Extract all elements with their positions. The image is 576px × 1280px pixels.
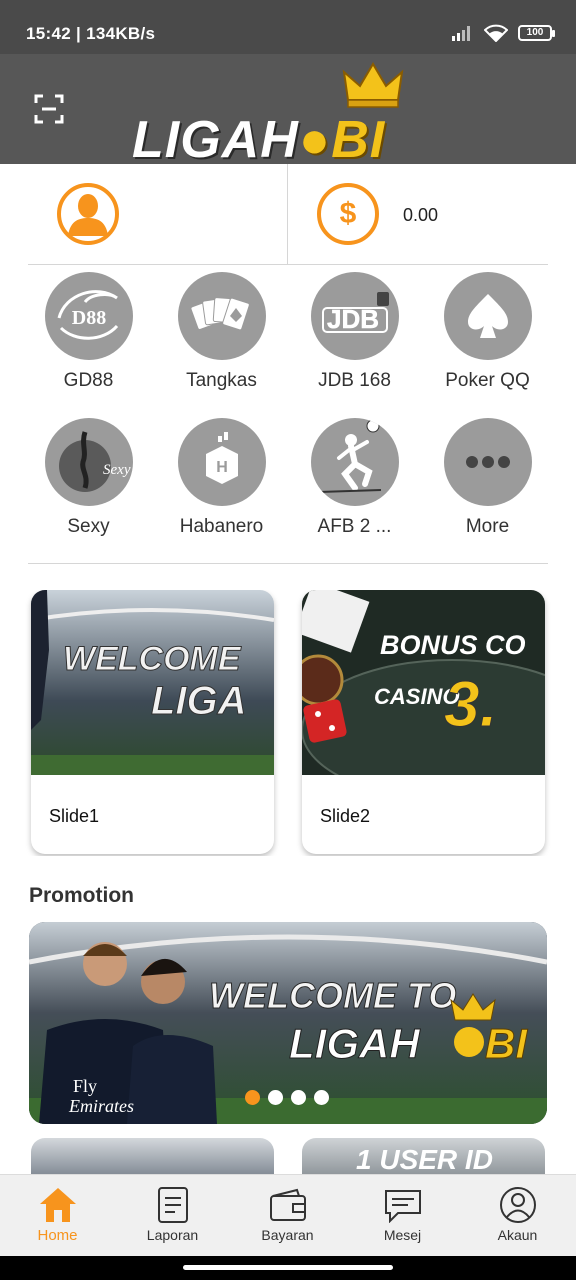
user-silhouette-icon	[68, 194, 108, 236]
game-gd88[interactable]: D88 GD88	[22, 272, 155, 392]
promotion-title: Promotion	[29, 884, 134, 907]
tab-laporan[interactable]: Laporan	[115, 1185, 230, 1243]
game-label: Tangkas	[186, 370, 257, 391]
promo-logo-white: LIGAH	[289, 1020, 421, 1067]
bottom-card-1[interactable]	[31, 1138, 274, 1178]
divider	[287, 164, 288, 264]
wifi-icon	[484, 24, 508, 42]
game-label: Habanero	[179, 516, 264, 537]
game-habanero[interactable]: H Habanero	[155, 418, 288, 538]
tab-akaun[interactable]: Akaun	[460, 1185, 575, 1243]
slides-carousel[interactable]: WELCOME LIGA Slide1 BONUS CO CASINO 3. S…	[0, 590, 576, 856]
tab-label: Laporan	[146, 1227, 199, 1243]
home-icon	[0, 1185, 115, 1225]
tab-home[interactable]: Home	[0, 1185, 115, 1244]
slide-card-1[interactable]: WELCOME LIGA Slide1	[31, 590, 274, 854]
game-tangkas[interactable]: Tangkas	[155, 272, 288, 392]
sexy-dancer-icon: Sexy	[44, 418, 133, 506]
app-logo: LIGAH●BI	[132, 62, 462, 170]
bottom-card-text: 1 USER ID	[356, 1144, 493, 1175]
carousel-dot[interactable]	[245, 1090, 260, 1105]
gd88-logo-text: D88	[71, 307, 105, 329]
slide-image: WELCOME LIGA	[31, 590, 274, 775]
carousel-dots	[245, 1090, 329, 1105]
report-icon	[115, 1185, 230, 1225]
game-afb[interactable]: AFB 2 ...	[288, 418, 421, 538]
slide-bonus-number: 3.	[444, 668, 497, 740]
logo-ball: ●	[298, 111, 332, 169]
dollar-icon: $	[317, 183, 379, 245]
game-jdb168[interactable]: JDB JDB 168	[288, 272, 421, 392]
sexy-logo-text: Sexy	[103, 462, 131, 478]
bottom-tab-bar: Home Laporan Bayaran Mesej Akaun	[0, 1174, 576, 1256]
slide-image: BONUS CO CASINO 3.	[302, 590, 545, 775]
slide-caption: Slide1	[49, 806, 100, 826]
habanero-logo-text: H	[216, 459, 228, 476]
sponsor-text-fly: Fly	[73, 1076, 97, 1096]
game-sexy[interactable]: Sexy Sexy	[22, 418, 155, 538]
battery-icon: 100	[518, 25, 555, 41]
spade-icon	[443, 272, 532, 360]
football-player-icon	[310, 418, 399, 506]
promo-logo-gold: BI	[485, 1020, 528, 1067]
tab-label: Mesej	[383, 1227, 422, 1243]
game-more[interactable]: More	[421, 418, 554, 538]
playing-cards-icon	[177, 272, 266, 360]
logo-text-gold: BI	[331, 111, 386, 169]
carousel-dot[interactable]	[291, 1090, 306, 1105]
app-header: LIGAH●BI	[0, 54, 576, 169]
more-dots-icon	[443, 418, 532, 506]
game-label: GD88	[63, 370, 114, 391]
status-time: 15:42 | 134KB/s	[26, 24, 156, 43]
crown-icon	[342, 62, 404, 108]
balance-value: 0.00	[403, 205, 439, 225]
carousel-dot[interactable]	[314, 1090, 329, 1105]
account-summary: $ 0.00	[0, 164, 576, 264]
game-label: Poker QQ	[445, 370, 530, 391]
slide-headline: BONUS CO	[380, 630, 526, 660]
promotion-banner[interactable]: Fly Emirates WELCOME TO LIGAH BI	[29, 922, 547, 1124]
jdb-slot-icon: JDB	[310, 272, 399, 360]
game-label: JDB 168	[318, 370, 391, 391]
tab-label: Bayaran	[261, 1227, 314, 1243]
divider	[28, 563, 548, 564]
wallet-icon	[230, 1185, 345, 1225]
status-bar: 15:42 | 134KB/s 100	[0, 0, 576, 54]
game-label: AFB 2 ...	[317, 516, 392, 537]
promo-headline: WELCOME TO	[209, 975, 456, 1016]
tab-label: Home	[37, 1227, 78, 1244]
tab-bayaran[interactable]: Bayaran	[230, 1185, 345, 1243]
system-nav-bar	[0, 1256, 576, 1280]
home-gesture-bar[interactable]	[183, 1265, 393, 1270]
game-label: Sexy	[67, 516, 110, 537]
gd88-dragon-icon: D88	[44, 272, 133, 360]
game-poker-qq[interactable]: Poker QQ	[421, 272, 554, 392]
habanero-icon: H	[177, 418, 266, 506]
avatar[interactable]	[57, 183, 119, 245]
tab-label: Akaun	[497, 1227, 538, 1243]
carousel-dot[interactable]	[268, 1090, 283, 1105]
account-icon	[460, 1185, 575, 1225]
tab-mesej[interactable]: Mesej	[345, 1185, 460, 1243]
signal-icon	[452, 26, 470, 41]
game-label: More	[465, 516, 510, 537]
message-icon	[345, 1185, 460, 1225]
slide-subheadline: LIGA	[151, 679, 247, 723]
slide-card-2[interactable]: BONUS CO CASINO 3. Slide2	[302, 590, 545, 854]
slide-caption: Slide2	[320, 806, 371, 826]
divider	[28, 264, 548, 265]
sponsor-text-emirates: Emirates	[68, 1096, 134, 1116]
bottom-card-2[interactable]: 1 USER ID	[302, 1138, 545, 1178]
status-icons: 100	[452, 24, 555, 42]
logo-text-white: LIGAH	[132, 111, 299, 169]
scan-icon[interactable]	[34, 94, 64, 124]
slide-headline: WELCOME	[63, 640, 242, 678]
